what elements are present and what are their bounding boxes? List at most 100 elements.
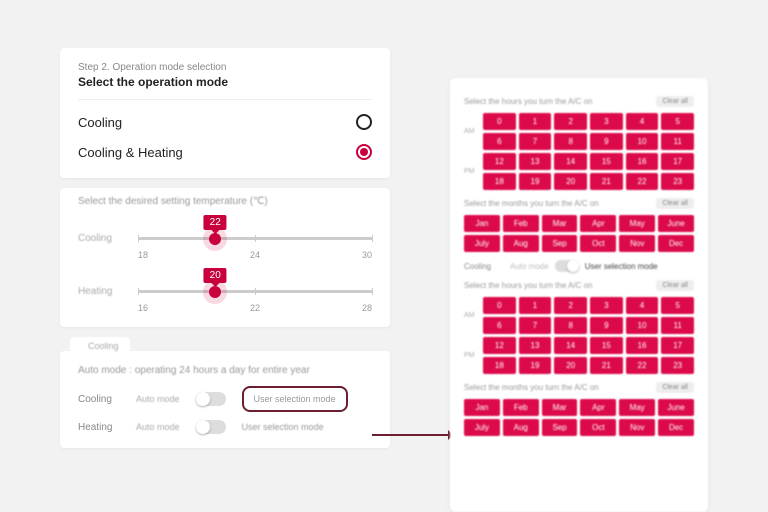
hour-cell[interactable]: 11 <box>661 133 694 150</box>
clear-all-button[interactable]: Clear all <box>656 96 694 107</box>
hour-cell[interactable]: 6 <box>483 133 516 150</box>
hour-cell[interactable]: 2 <box>554 113 587 130</box>
hour-cell[interactable]: 7 <box>519 317 552 334</box>
month-cell[interactable]: June <box>658 399 694 416</box>
month-cell[interactable]: Oct <box>580 235 616 252</box>
hour-cell[interactable]: 8 <box>554 133 587 150</box>
month-cell[interactable]: Aug <box>503 419 539 436</box>
hour-cell[interactable]: 11 <box>661 317 694 334</box>
month-cell[interactable]: May <box>619 399 655 416</box>
hour-cell[interactable]: 15 <box>590 337 623 354</box>
radio-option-cooling-heating[interactable]: Cooling & Heating <box>78 134 372 164</box>
heating-slider[interactable]: 20 <box>138 290 372 293</box>
radio-option-cooling[interactable]: Cooling <box>78 100 372 134</box>
slider-thumb[interactable] <box>209 286 221 298</box>
hour-cell[interactable]: 9 <box>590 317 623 334</box>
month-cell[interactable]: Mar <box>542 215 578 232</box>
month-cell[interactable]: Jan <box>464 399 500 416</box>
mode-row-heating: Heating Auto mode User selection mode <box>78 420 372 434</box>
schedule-panel: Select the hours you turn the A/C on Cle… <box>450 78 708 512</box>
month-cell[interactable]: Oct <box>580 419 616 436</box>
hour-cell[interactable]: 23 <box>661 173 694 190</box>
hour-cell[interactable]: 19 <box>519 357 552 374</box>
hour-cell[interactable]: 17 <box>661 337 694 354</box>
month-cell[interactable]: Feb <box>503 399 539 416</box>
clear-all-button[interactable]: Clear all <box>656 382 694 393</box>
mode-toggle[interactable] <box>196 420 226 434</box>
heating-slider-value: 20 <box>204 268 227 283</box>
month-cell[interactable]: Sep <box>542 419 578 436</box>
hour-cell[interactable]: 14 <box>554 153 587 170</box>
hour-cell[interactable]: 0 <box>483 297 516 314</box>
user-selection-mode[interactable]: User selection mode <box>242 422 324 432</box>
cooling-slider[interactable]: 22 <box>138 237 372 240</box>
clear-all-button[interactable]: Clear all <box>656 280 694 291</box>
hour-cell[interactable]: 20 <box>554 357 587 374</box>
hour-cell[interactable]: 4 <box>626 297 659 314</box>
month-cell[interactable]: May <box>619 215 655 232</box>
mode-card: Auto mode : operating 24 hours a day for… <box>60 351 390 448</box>
month-cell[interactable]: Dec <box>658 235 694 252</box>
hour-cell[interactable]: 12 <box>483 337 516 354</box>
months-grid-2: Jan Feb Mar Apr May June July Aug Sep Oc… <box>464 399 694 436</box>
hour-cell[interactable]: 6 <box>483 317 516 334</box>
hour-cell[interactable]: 18 <box>483 357 516 374</box>
month-cell[interactable]: Aug <box>503 235 539 252</box>
month-cell[interactable]: Mar <box>542 399 578 416</box>
hour-cell[interactable]: 12 <box>483 153 516 170</box>
pm-label: PM <box>464 352 480 359</box>
hour-cell[interactable]: 1 <box>519 297 552 314</box>
hour-cell[interactable]: 22 <box>626 357 659 374</box>
slider-thumb[interactable] <box>209 233 221 245</box>
hour-cell[interactable]: 20 <box>554 173 587 190</box>
hour-cell[interactable]: 9 <box>590 133 623 150</box>
hour-cell[interactable]: 23 <box>661 357 694 374</box>
hour-cell[interactable]: 2 <box>554 297 587 314</box>
month-cell[interactable]: Sep <box>542 235 578 252</box>
mode-toggle[interactable] <box>555 260 579 272</box>
hour-cell[interactable]: 18 <box>483 173 516 190</box>
hour-cell[interactable]: 5 <box>661 297 694 314</box>
hour-cell[interactable]: 19 <box>519 173 552 190</box>
radio-icon-selected <box>356 144 372 160</box>
month-cell[interactable]: Apr <box>580 399 616 416</box>
month-cell[interactable]: Dec <box>658 419 694 436</box>
hour-cell[interactable]: 4 <box>626 113 659 130</box>
cooling-label: Cooling <box>464 262 504 271</box>
user-selection-mode-highlighted[interactable]: User selection mode <box>242 386 348 412</box>
month-cell[interactable]: Nov <box>619 419 655 436</box>
clear-all-button[interactable]: Clear all <box>656 198 694 209</box>
month-cell[interactable]: Jan <box>464 215 500 232</box>
hour-cell[interactable]: 21 <box>590 357 623 374</box>
hour-cell[interactable]: 21 <box>590 173 623 190</box>
month-cell[interactable]: Nov <box>619 235 655 252</box>
hour-cell[interactable]: 13 <box>519 337 552 354</box>
hour-cell[interactable]: 8 <box>554 317 587 334</box>
month-cell[interactable]: June <box>658 215 694 232</box>
hour-cell[interactable]: 3 <box>590 297 623 314</box>
hour-cell[interactable]: 5 <box>661 113 694 130</box>
month-cell[interactable]: July <box>464 235 500 252</box>
hour-cell[interactable]: 10 <box>626 317 659 334</box>
hour-cell[interactable]: 7 <box>519 133 552 150</box>
hour-cell[interactable]: 17 <box>661 153 694 170</box>
hour-cell[interactable]: 15 <box>590 153 623 170</box>
hour-cell[interactable]: 16 <box>626 337 659 354</box>
hour-cell[interactable]: 10 <box>626 133 659 150</box>
hour-cell[interactable]: 22 <box>626 173 659 190</box>
hour-cell[interactable]: 1 <box>519 113 552 130</box>
hour-cell[interactable]: 16 <box>626 153 659 170</box>
hour-cell[interactable]: 0 <box>483 113 516 130</box>
user-selection-mode[interactable]: User selection mode <box>585 262 658 271</box>
hour-cell[interactable]: 14 <box>554 337 587 354</box>
hour-cell[interactable]: 3 <box>590 113 623 130</box>
heating-slider-row: Heating 20 <box>78 286 372 297</box>
hour-cell[interactable]: 13 <box>519 153 552 170</box>
auto-mode-label: Auto mode <box>510 262 549 271</box>
month-cell[interactable]: Apr <box>580 215 616 232</box>
mode-toggle[interactable] <box>196 392 226 406</box>
mode-header: Auto mode : operating 24 hours a day for… <box>78 365 372 376</box>
month-cell[interactable]: July <box>464 419 500 436</box>
month-cell[interactable]: Feb <box>503 215 539 232</box>
cooling-scale: 18 24 30 <box>138 250 372 260</box>
